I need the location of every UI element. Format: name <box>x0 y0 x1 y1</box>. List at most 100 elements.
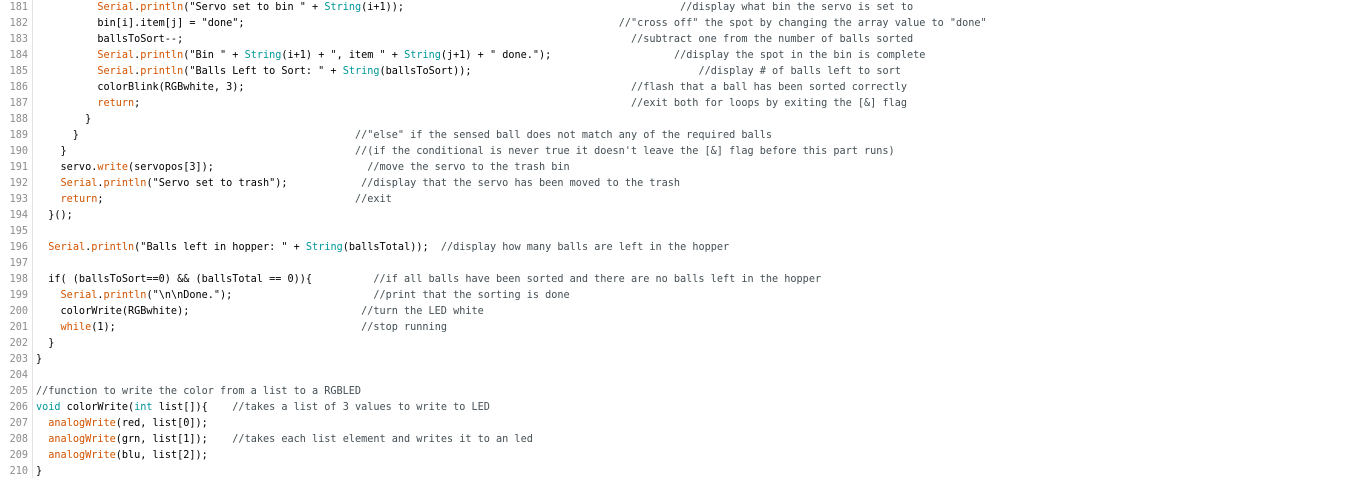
code-comment: //display what bin the servo is set to <box>680 2 914 13</box>
code-function: Serial <box>60 290 98 301</box>
code-text[interactable]: if( (ballsToSort==0) && (ballsTotal == 0… <box>36 272 821 288</box>
code-text[interactable]: } //"else" if the sensed ball does not m… <box>36 128 772 144</box>
code-token: } <box>36 130 355 141</box>
line-number: 209 <box>9 450 28 461</box>
code-line[interactable]: 201 while(1); //stop running <box>0 320 1350 336</box>
code-function: Serial <box>97 66 135 77</box>
code-line[interactable]: 205 //function to write the color from a … <box>0 384 1350 400</box>
code-token: } <box>36 466 43 477</box>
code-function: Serial <box>97 2 135 13</box>
code-type: int <box>134 402 153 413</box>
code-line[interactable]: 206 void colorWrite(int list[]){ //takes … <box>0 400 1350 416</box>
line-number: 194 <box>9 210 28 221</box>
code-token: (servopos[3]); <box>128 162 368 173</box>
code-line[interactable]: 207 analogWrite(red, list[0]); <box>0 416 1350 432</box>
code-line[interactable]: 199 Serial.println("\n\nDone."); //print… <box>0 288 1350 304</box>
code-text[interactable]: }(); <box>36 208 73 224</box>
code-line[interactable]: 204 <box>0 368 1350 384</box>
code-token: }(); <box>36 210 73 221</box>
code-text[interactable]: Serial.println("Balls left in hopper: " … <box>36 240 729 256</box>
code-text[interactable]: servo.write(servopos[3]); //move the ser… <box>36 160 570 176</box>
code-line[interactable]: 209 analogWrite(blu, list[2]); <box>0 448 1350 464</box>
line-number: 202 <box>9 338 28 349</box>
code-text[interactable]: colorBlink(RGBwhite, 3); //flash that a … <box>36 80 907 96</box>
code-function: analogWrite <box>48 418 116 429</box>
line-number: 204 <box>9 370 28 381</box>
code-line[interactable]: 189 } //"else" if the sensed ball does n… <box>0 128 1350 144</box>
line-number: 191 <box>9 162 28 173</box>
code-text[interactable]: Serial.println("Servo set to bin " + Str… <box>36 0 913 16</box>
code-comment: //stop running <box>361 322 447 333</box>
line-number: 206 <box>9 402 28 413</box>
line-number: 200 <box>9 306 28 317</box>
code-line[interactable]: 200 colorWrite(RGBwhite); //turn the LED… <box>0 304 1350 320</box>
code-line[interactable]: 188 } <box>0 112 1350 128</box>
code-line[interactable]: 181 Serial.println("Servo set to bin " +… <box>0 0 1350 16</box>
code-token: ("Balls Left to Sort: " + <box>183 66 343 77</box>
code-editor[interactable]: 181 Serial.println("Servo set to bin " +… <box>0 0 1350 478</box>
code-text[interactable]: void colorWrite(int list[]){ //takes a l… <box>36 400 490 416</box>
code-function: return <box>60 194 98 205</box>
code-text[interactable]: Serial.println("Bin " + String(i+1) + ",… <box>36 48 925 64</box>
code-line[interactable]: 193 return; //exit <box>0 192 1350 208</box>
code-line[interactable]: 195 <box>0 224 1350 240</box>
code-line[interactable]: 191 servo.write(servopos[3]); //move the… <box>0 160 1350 176</box>
code-text[interactable]: } //(if the conditional is never true it… <box>36 144 895 160</box>
code-text[interactable]: Serial.println("\n\nDone."); //print tha… <box>36 288 570 304</box>
code-line[interactable]: 203} <box>0 352 1350 368</box>
code-token: } <box>36 114 92 125</box>
code-type: String <box>324 2 362 13</box>
code-text[interactable]: Serial.println("Balls Left to Sort: " + … <box>36 64 901 80</box>
code-line[interactable]: 190 } //(if the conditional is never tru… <box>0 144 1350 160</box>
code-line[interactable]: 198 if( (ballsToSort==0) && (ballsTotal … <box>0 272 1350 288</box>
code-text[interactable]: } <box>36 352 42 368</box>
code-line[interactable]: 197 <box>0 256 1350 272</box>
code-text[interactable]: Serial.println("Servo set to trash"); //… <box>36 176 681 192</box>
code-text[interactable]: analogWrite(grn, list[1]); //takes each … <box>36 432 533 448</box>
code-token: (i+1)); <box>361 2 681 13</box>
code-text[interactable]: return; //exit <box>36 192 392 208</box>
line-number: 181 <box>9 2 28 13</box>
code-token: ; <box>97 194 355 205</box>
code-line[interactable]: 184 Serial.println("Bin " + String(i+1) … <box>0 48 1350 64</box>
code-function: println <box>140 2 184 13</box>
code-line[interactable]: 187 return; //exit both for loops by exi… <box>0 96 1350 112</box>
code-line[interactable]: 196 Serial.println("Balls left in hopper… <box>0 240 1350 256</box>
code-line[interactable]: 194 }(); <box>0 208 1350 224</box>
code-line[interactable]: 202 } <box>0 336 1350 352</box>
code-text[interactable]: ballsToSort--; //subtract one from the n… <box>36 32 913 48</box>
code-text[interactable]: return; //exit both for loops by exiting… <box>36 96 907 112</box>
code-text[interactable]: analogWrite(red, list[0]); <box>36 416 208 432</box>
code-line[interactable]: 185 Serial.println("Balls Left to Sort: … <box>0 64 1350 80</box>
code-token: servo. <box>36 162 98 173</box>
code-text[interactable]: bin[i].item[j] = "done"; //"cross off" t… <box>36 16 986 32</box>
code-comment: //(if the conditional is never true it d… <box>354 146 895 157</box>
code-token: (red, list[0]); <box>115 418 208 429</box>
line-number: 196 <box>9 242 28 253</box>
code-text[interactable]: while(1); //stop running <box>36 320 447 336</box>
code-line[interactable]: 192 Serial.println("Servo set to trash")… <box>0 176 1350 192</box>
code-token: colorWrite( <box>60 402 135 413</box>
code-text[interactable]: } <box>36 336 54 352</box>
line-number: 193 <box>9 194 28 205</box>
code-line[interactable]: 183 ballsToSort--; //subtract one from t… <box>0 32 1350 48</box>
code-text[interactable]: } <box>36 112 91 128</box>
code-text[interactable]: colorWrite(RGBwhite); //turn the LED whi… <box>36 304 484 320</box>
code-function: return <box>97 98 135 109</box>
code-comment: //takes a list of 3 values to write to L… <box>232 402 490 413</box>
code-comment: //display that the servo has been moved … <box>361 178 681 189</box>
code-token: (i+1) + ", item " + <box>281 50 405 61</box>
code-line[interactable]: 182 bin[i].item[j] = "done"; //"cross of… <box>0 16 1350 32</box>
code-line[interactable]: 208 analogWrite(grn, list[1]); //takes e… <box>0 432 1350 448</box>
code-function: Serial <box>48 242 86 253</box>
code-token: (1); <box>91 322 362 333</box>
code-line[interactable]: 186 colorBlink(RGBwhite, 3); //flash tha… <box>0 80 1350 96</box>
code-text[interactable]: analogWrite(blu, list[2]); <box>36 448 207 464</box>
code-comment: //"else" if the sensed ball does not mat… <box>354 130 773 141</box>
code-text[interactable]: //function to write the color from a lis… <box>36 384 361 400</box>
